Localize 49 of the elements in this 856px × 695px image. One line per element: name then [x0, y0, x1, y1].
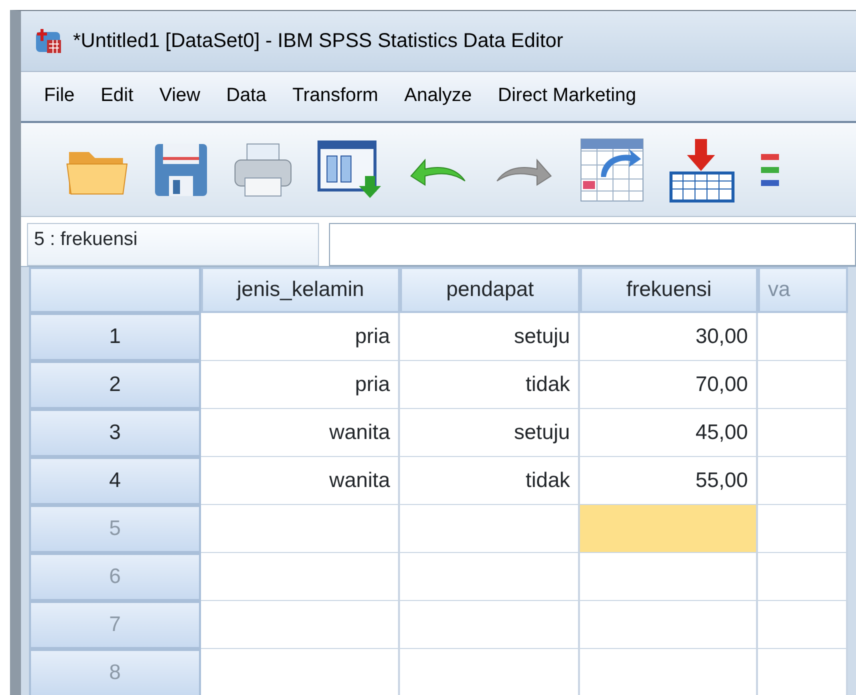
data-cell[interactable]: setuju [400, 409, 580, 457]
data-cell[interactable]: wanita [201, 409, 400, 457]
menu-item[interactable]: Analyze [391, 82, 485, 111]
data-cell[interactable] [400, 553, 580, 601]
data-cell[interactable] [758, 457, 848, 505]
data-cell[interactable]: 70,00 [580, 361, 758, 409]
go-to-case-icon[interactable] [579, 136, 645, 202]
menu-item[interactable]: Data [213, 82, 280, 111]
row-number[interactable]: 4 [29, 457, 201, 505]
data-cell[interactable]: pria [201, 361, 400, 409]
menu-item[interactable]: Edit [88, 82, 146, 111]
data-cell[interactable]: tidak [400, 457, 580, 505]
app-icon [33, 27, 63, 55]
data-cell[interactable]: 45,00 [580, 409, 758, 457]
menu-item[interactable]: Transform [279, 82, 392, 111]
data-cell[interactable]: 30,00 [580, 313, 758, 361]
data-cell[interactable] [758, 361, 848, 409]
row-number[interactable]: 3 [29, 409, 201, 457]
data-cell[interactable]: pria [201, 313, 400, 361]
data-cell[interactable] [758, 409, 848, 457]
insert-cases-icon[interactable] [669, 136, 735, 202]
cell-value-field[interactable] [329, 223, 856, 266]
row-number[interactable]: 2 [29, 361, 201, 409]
menu-item[interactable]: View [146, 82, 214, 111]
data-cell[interactable] [580, 553, 758, 601]
printer-icon[interactable] [233, 142, 293, 198]
column-header[interactable]: pendapat [400, 267, 580, 313]
data-cell[interactable] [758, 313, 848, 361]
data-cell[interactable] [758, 553, 848, 601]
data-cell[interactable] [201, 505, 400, 553]
window-title: *Untitled1 [DataSet0] - IBM SPSS Statistics Data Editor [73, 29, 564, 54]
column-header[interactable]: frekuensi [580, 267, 758, 313]
data-cell[interactable] [758, 505, 848, 553]
data-cell[interactable]: wanita [201, 457, 400, 505]
data-cell[interactable]: setuju [400, 313, 580, 361]
menu-item[interactable]: Direct Marketing [484, 82, 650, 111]
column-header[interactable]: jenis_kelamin [201, 267, 400, 313]
data-cell[interactable] [580, 601, 758, 649]
variables-dialog-icon[interactable] [317, 140, 383, 200]
menu-item[interactable]: File [31, 82, 88, 111]
data-cell[interactable] [201, 553, 400, 601]
row-number[interactable]: 1 [29, 313, 201, 361]
data-cell[interactable]: tidak [400, 361, 580, 409]
data-cell[interactable] [201, 601, 400, 649]
corner-header[interactable] [29, 267, 201, 313]
cell-reference-label: 5 : frekuensi [27, 223, 319, 266]
data-cell[interactable] [580, 505, 758, 553]
data-cell[interactable] [758, 601, 848, 649]
data-cell[interactable] [400, 601, 580, 649]
